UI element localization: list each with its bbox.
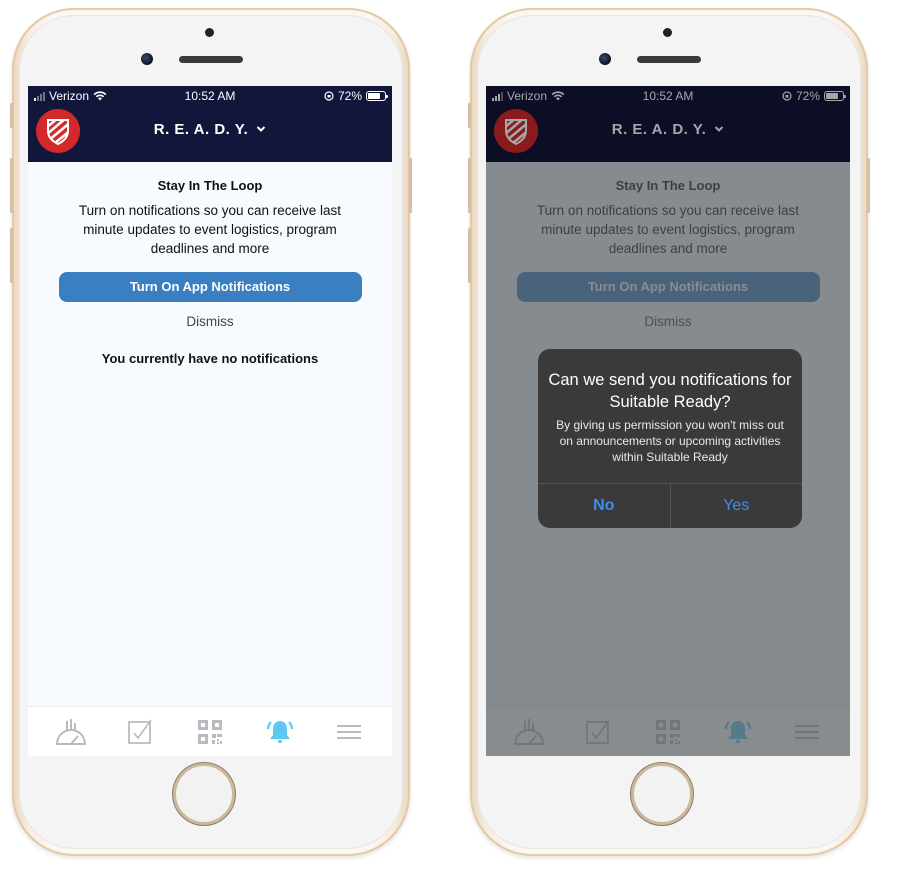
volume-down-button [468, 228, 471, 283]
dashboard-gauge-icon [55, 718, 86, 745]
tab-notifications[interactable] [260, 715, 300, 749]
app-title: R. E. A. D. Y. [153, 120, 249, 138]
tab-bar [28, 706, 392, 756]
orientation-lock-icon [324, 91, 334, 101]
volume-down-button [10, 228, 13, 283]
bell-icon [266, 720, 293, 743]
tab-tasks[interactable] [120, 715, 160, 749]
permission-alert: Can we send you notifications for Suitab… [538, 349, 802, 528]
front-camera [599, 53, 611, 65]
chevron-down-icon [257, 126, 266, 132]
checkbox-icon [128, 719, 153, 744]
alert-yes-button[interactable]: Yes [671, 484, 803, 528]
prompt-title: Stay In The Loop [157, 178, 263, 193]
app-header: R. E. A. D. Y. [28, 105, 392, 162]
tab-menu[interactable] [329, 715, 369, 749]
notifications-panel: Stay In The Loop Turn on notifications s… [28, 162, 392, 366]
dismiss-link[interactable]: Dismiss [28, 314, 392, 329]
turn-on-notifications-button[interactable]: Turn On App Notifications [58, 272, 362, 302]
mute-switch [10, 103, 13, 128]
battery-icon [366, 91, 388, 101]
phone-frame-left: Verizon 10:52 AM 72% R. E. A. D. Y. Stay… [10, 8, 412, 856]
home-button [173, 763, 235, 825]
earpiece-speaker [637, 56, 701, 63]
screen-permission-prompt: Verizon 10:52 AM 72% R. E. A. D. Y. Can … [486, 86, 850, 756]
sensor-dot [663, 28, 672, 37]
qr-code-icon [197, 719, 222, 744]
earpiece-speaker [179, 56, 243, 63]
home-button [631, 763, 693, 825]
mute-switch [468, 103, 471, 128]
phone-frame-right: Verizon 10:52 AM 72% R. E. A. D. Y. Can … [468, 8, 870, 856]
prompt-body: Turn on notifications so you can receive… [78, 203, 342, 256]
alert-title: Can we send you notifications for Suitab… [548, 371, 792, 411]
tab-dashboard[interactable] [51, 715, 91, 749]
power-button [409, 158, 412, 213]
dim-overlay-header [486, 86, 850, 162]
tab-qr-scanner[interactable] [190, 715, 230, 749]
power-button [867, 158, 870, 213]
alert-message: By giving us permission you won't miss o… [556, 418, 784, 464]
volume-up-button [468, 158, 471, 213]
status-bar: Verizon 10:52 AM 72% [28, 86, 392, 105]
sensor-dot [205, 28, 214, 37]
alert-actions: No Yes [538, 483, 802, 528]
screen-notifications: Verizon 10:52 AM 72% R. E. A. D. Y. Stay… [28, 86, 392, 756]
menu-icon [337, 724, 362, 739]
front-camera [141, 53, 153, 65]
alert-no-button[interactable]: No [538, 484, 671, 528]
app-switcher[interactable]: R. E. A. D. Y. [28, 105, 392, 153]
volume-up-button [10, 158, 13, 213]
battery-percent: 72% [337, 89, 362, 103]
empty-state-text: You currently have no notifications [101, 351, 319, 366]
